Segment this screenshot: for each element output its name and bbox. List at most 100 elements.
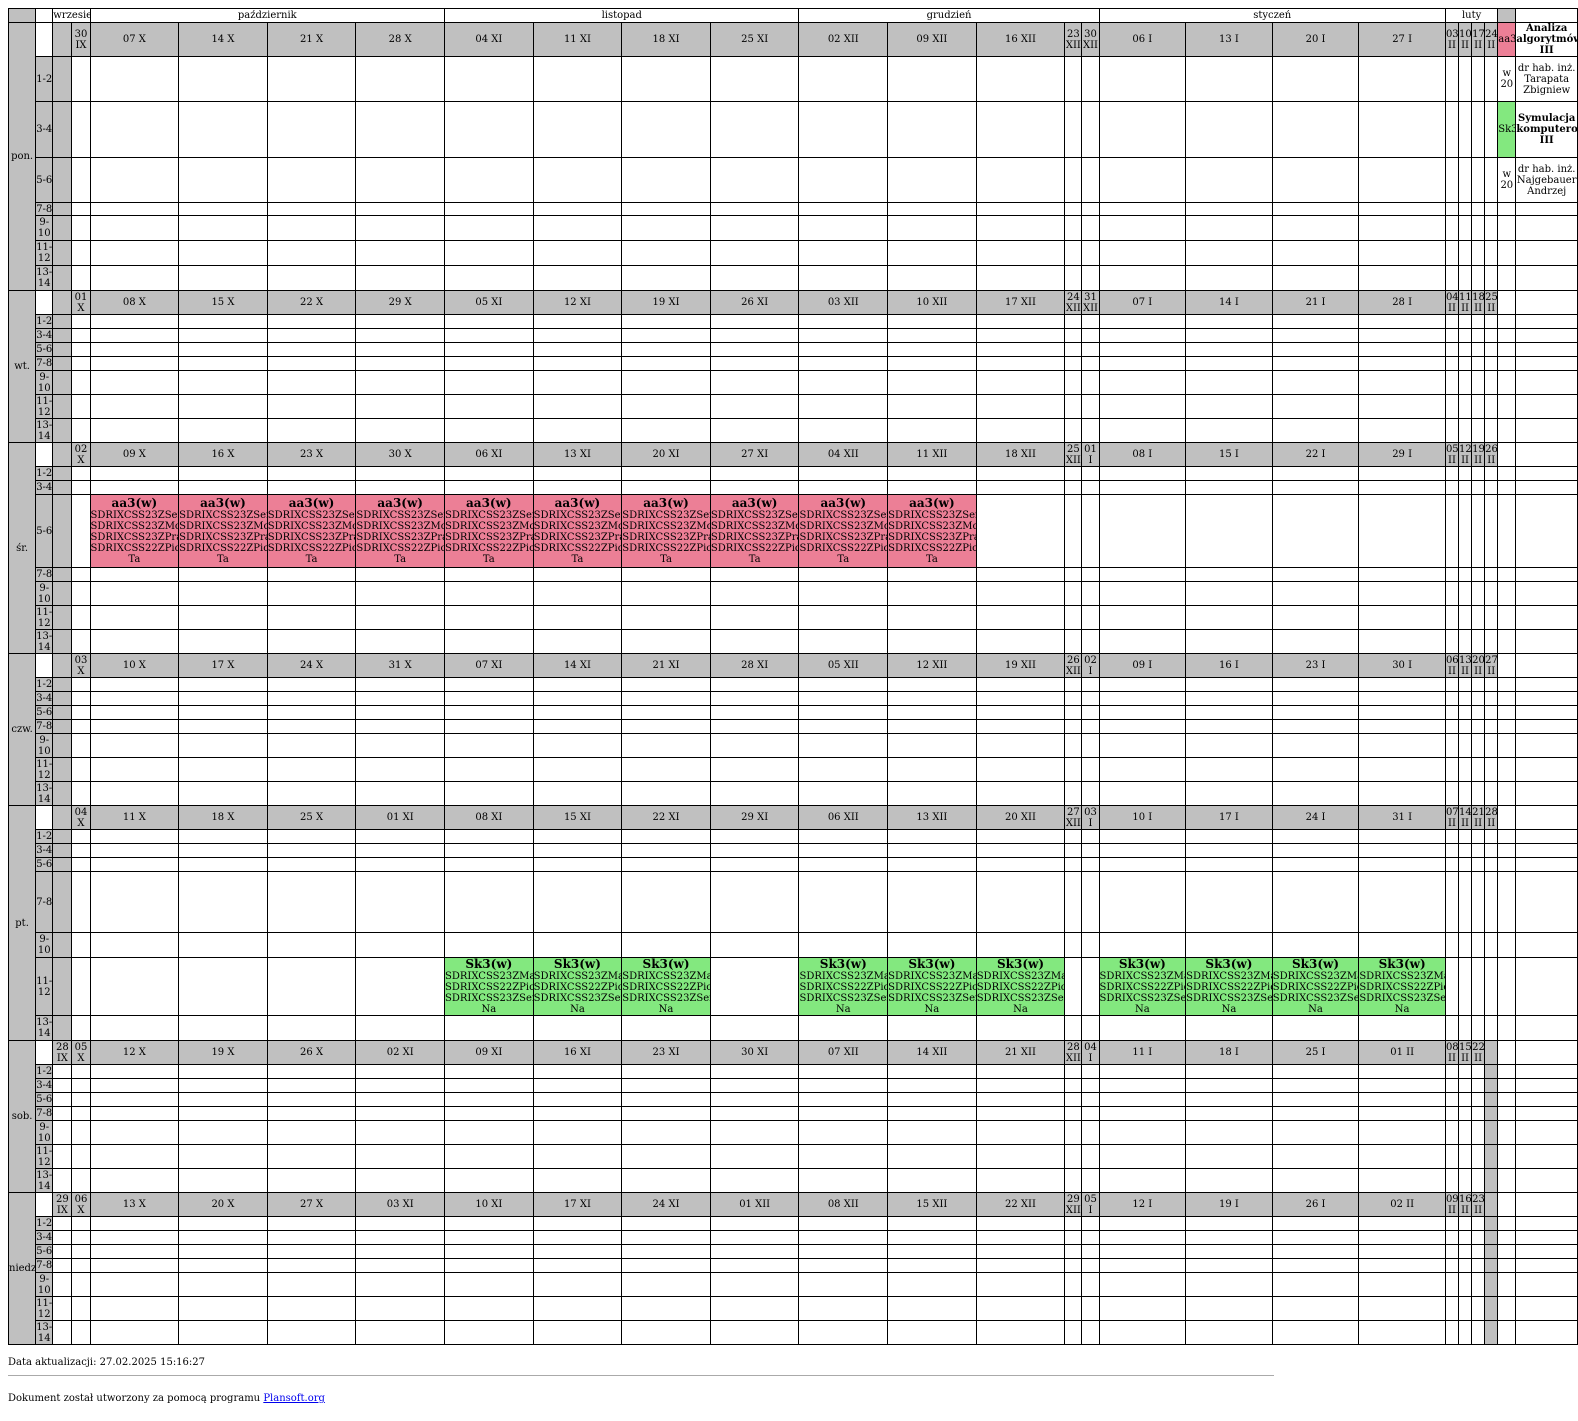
legend-blank	[1515, 494, 1578, 568]
schedule-cell	[52, 356, 73, 371]
schedule-cell	[1484, 202, 1499, 216]
date-header: 15 I	[1185, 442, 1273, 467]
schedule-cell	[532, 394, 623, 419]
schedule-cell	[1444, 1272, 1460, 1297]
schedule-cell	[52, 466, 73, 481]
event-teacher: Na	[1221, 1004, 1237, 1015]
schedule-cell	[709, 1320, 800, 1345]
event-sk3: Sk3(w)SDRIXCSS23ZMaś; SDRIXCSS22ZPio; SD…	[798, 957, 889, 1016]
schedule-cell	[1081, 705, 1100, 720]
schedule-cell	[1484, 1092, 1499, 1107]
date-header: 25 II	[1484, 290, 1499, 315]
schedule-cell	[1358, 466, 1446, 481]
date-header: 26 X	[266, 1040, 357, 1065]
schedule-cell	[1471, 1015, 1486, 1041]
schedule-cell	[975, 691, 1066, 706]
schedule-cell	[355, 677, 446, 692]
event-aa3: aa3(w)SDRIXCSS23ZSer; SDRIXCSS23ZMoh; SD…	[266, 494, 357, 568]
schedule-cell	[887, 328, 977, 343]
schedule-cell	[444, 101, 534, 158]
schedule-cell	[444, 829, 534, 844]
schedule-cell	[887, 314, 977, 329]
schedule-cell	[621, 1168, 711, 1193]
schedule-cell	[1358, 480, 1446, 495]
schedule-cell	[1185, 342, 1273, 357]
schedule-cell	[975, 1120, 1066, 1145]
schedule-cell	[355, 1078, 446, 1093]
update-date: Data aktualizacji: 27.02.2025 15:16:27	[8, 1357, 206, 1368]
schedule-cell	[355, 705, 446, 720]
schedule-cell	[1471, 605, 1486, 630]
legend-blank	[1515, 240, 1578, 266]
schedule-cell	[621, 157, 711, 203]
date-header: 24 XII	[1064, 290, 1083, 315]
schedule-cell	[798, 1078, 889, 1093]
schedule-cell	[1064, 1092, 1083, 1107]
schedule-cell	[1081, 394, 1100, 419]
schedule-cell	[89, 857, 180, 872]
schedule-cell	[798, 1144, 889, 1169]
schedule-cell	[1081, 1258, 1100, 1273]
schedule-cell	[1271, 1015, 1360, 1041]
legend-blank	[1515, 1296, 1578, 1321]
schedule-cell	[887, 567, 977, 582]
schedule-cell	[266, 1064, 357, 1079]
schedule-cell	[621, 629, 711, 654]
schedule-cell	[89, 370, 180, 395]
schedule-cell	[709, 1106, 800, 1121]
schedule-cell	[444, 328, 534, 343]
schedule-cell	[975, 1230, 1066, 1245]
event-title: Sk3(w)	[819, 957, 867, 971]
schedule-cell	[266, 314, 357, 329]
legend-blank	[1497, 957, 1517, 1016]
schedule-cell	[89, 932, 180, 958]
slot-label: 5-6	[35, 1244, 54, 1259]
schedule-cell	[532, 240, 623, 266]
plansoft-link[interactable]: Plansoft.org	[263, 1393, 325, 1404]
schedule-cell	[355, 1272, 446, 1297]
schedule-cell	[1081, 1320, 1100, 1345]
schedule-cell	[709, 781, 800, 806]
schedule-cell	[52, 1015, 73, 1041]
schedule-cell	[1471, 56, 1486, 102]
schedule-cell	[178, 1078, 268, 1093]
legend-teacher-aa3: dr hab. inż. Tarapata Zbigniew	[1515, 56, 1578, 102]
schedule-cell	[1484, 356, 1499, 371]
schedule-cell	[798, 56, 889, 102]
schedule-cell	[1271, 356, 1360, 371]
schedule-cell	[1444, 757, 1460, 782]
date-header: 29 IX	[52, 1192, 73, 1217]
schedule-cell	[1458, 1144, 1473, 1169]
schedule-cell	[1064, 1258, 1083, 1273]
schedule-cell	[621, 1296, 711, 1321]
schedule-cell	[71, 567, 91, 582]
schedule-cell	[1471, 719, 1486, 734]
schedule-cell	[71, 871, 91, 933]
legend-blank	[1497, 328, 1517, 343]
schedule-cell	[1081, 1106, 1100, 1121]
schedule-cell	[798, 1015, 889, 1041]
schedule-cell	[887, 157, 977, 203]
event-title: Sk3(w)	[1118, 957, 1166, 971]
legend-blank	[1515, 466, 1578, 481]
schedule-cell	[1081, 567, 1100, 582]
schedule-cell	[266, 605, 357, 630]
day-label: sob.	[7, 1040, 37, 1193]
schedule-cell	[89, 1015, 180, 1041]
schedule-cell	[1185, 466, 1273, 481]
schedule-cell	[1081, 605, 1100, 630]
schedule-cell	[532, 314, 623, 329]
schedule-cell	[89, 719, 180, 734]
event-title: Sk3(w)	[1205, 957, 1253, 971]
date-header: 26 II	[1484, 442, 1499, 467]
schedule-cell	[89, 202, 180, 216]
legend-blank	[1515, 265, 1578, 291]
schedule-cell	[1098, 56, 1187, 102]
schedule-cell	[1458, 240, 1473, 266]
date-header: 19 I	[1185, 1192, 1273, 1217]
date-header: 11 XII	[887, 442, 977, 467]
slot-header-blank	[35, 1040, 54, 1065]
schedule-cell	[1458, 1320, 1473, 1345]
schedule-cell	[266, 857, 357, 872]
schedule-cell	[355, 418, 446, 443]
